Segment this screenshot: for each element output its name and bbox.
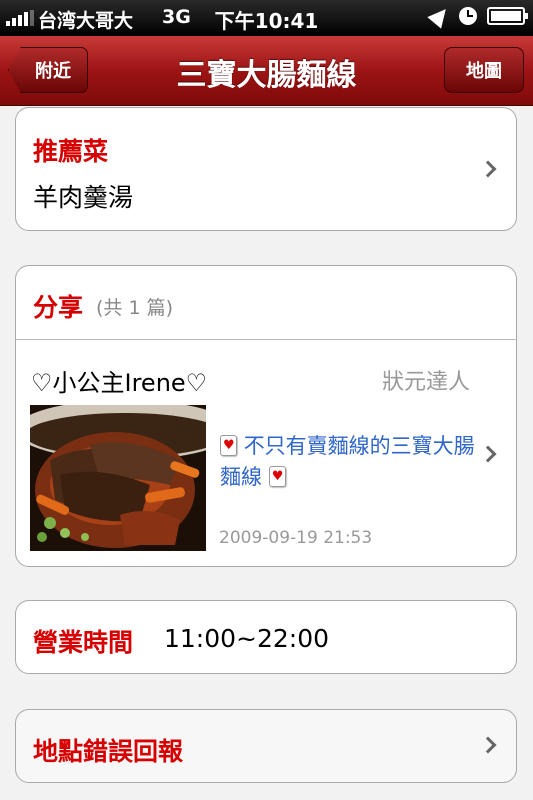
hours-value: 11:00~22:00 [164,624,330,653]
hours-label: 營業時間 [33,628,134,657]
post-title-link[interactable]: 不只有賣麵線的三寶大腸麵線 [220,431,482,493]
chevron-right-icon [479,160,497,178]
location-arrow-icon [427,3,453,29]
report-location-error-button[interactable]: 地點錯誤回報 [15,709,517,783]
battery-icon [487,7,528,25]
clock-icon [459,7,477,25]
post-title-text: 不只有賣麵線的三寶大腸麵線 [220,434,475,489]
business-hours-card: 營業時間 11:00~22:00 [15,600,517,674]
post-author: ♡小公主Irene♡ [31,369,208,397]
recommended-dish-name: 羊肉羹湯 [33,183,134,212]
share-count: (共 1 篇) [96,297,173,319]
author-rank: 狀元達人 [381,370,470,395]
share-title: 分享 [33,293,84,322]
love-letter-icon [220,435,237,456]
recommended-header: 推薦菜 [33,137,109,166]
chevron-right-icon [479,445,497,463]
map-button[interactable]: 地圖 [444,47,524,93]
report-label: 地點錯誤回報 [33,737,184,766]
post-thumbnail-image [30,405,206,551]
share-header: 分享 (共 1 篇) [16,266,516,340]
love-letter-icon [268,466,286,487]
post-date: 2009-09-19 21:53 [219,528,373,548]
navigation-bar: 附近 三寶大腸麵線 地圖 [0,36,533,106]
share-card: 分享 (共 1 篇) ♡小公主Irene♡ 狀元達人 ♥ 不只有賣麵線的三寶大腸… [15,265,517,567]
chevron-right-icon [479,736,497,754]
back-button[interactable]: 附近 [8,47,88,93]
page-title: 三寶大腸麵線 [176,58,357,93]
status-bar: 台湾大哥大 3G 下午10:41 [0,0,533,36]
recommended-dish-card[interactable]: 推薦菜 羊肉羹湯 [15,107,517,231]
